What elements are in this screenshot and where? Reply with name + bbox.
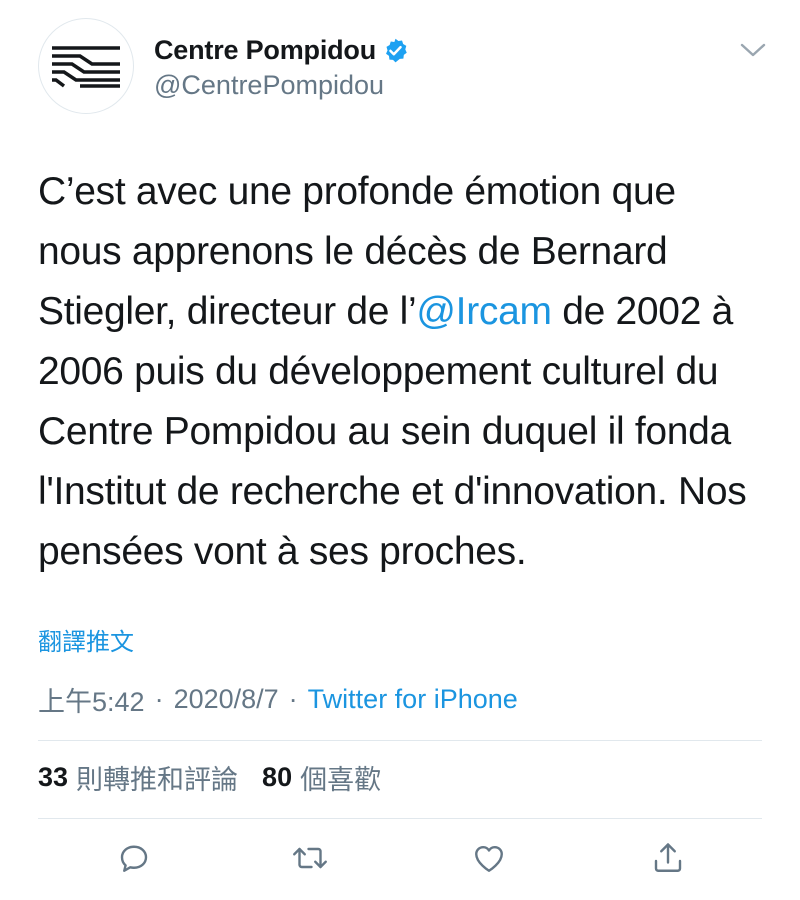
like-icon [475, 846, 503, 872]
chevron-down-icon[interactable] [738, 40, 768, 60]
account-handle[interactable]: @CentrePompidou [154, 70, 409, 101]
likes-count[interactable]: 80 [262, 762, 292, 793]
tweet-stats: 33 則轉推和評論 80 個喜歡 [38, 758, 381, 797]
share-button[interactable] [646, 836, 690, 880]
tweet-actions [0, 836, 800, 886]
account-names: Centre Pompidou @CentrePompidou [154, 32, 409, 101]
tweet-time: 上午5:42 [38, 687, 145, 717]
retweets-label[interactable]: 則轉推和評論 [76, 758, 238, 797]
mention-link[interactable]: @Ircam [416, 290, 552, 333]
share-icon [654, 843, 682, 872]
reply-button[interactable] [112, 836, 156, 880]
retweet-icon [293, 847, 327, 869]
meta-separator: · [288, 684, 298, 714]
avatar[interactable] [38, 18, 134, 114]
tweet-meta: 上午5:42 · 2020/8/7 · Twitter for iPhone [38, 680, 518, 719]
centre-pompidou-logo-icon [52, 46, 120, 88]
translate-tweet-link[interactable]: 翻譯推文 [38, 622, 134, 657]
tweet-date: 2020/8/7 [173, 684, 279, 714]
tweet-header: Centre Pompidou @CentrePompidou [38, 18, 768, 118]
reply-icon [120, 845, 148, 872]
like-button[interactable] [467, 836, 511, 880]
likes-label[interactable]: 個喜歡 [300, 758, 381, 797]
divider [38, 740, 762, 741]
verified-badge-icon [386, 38, 407, 62]
meta-separator: · [154, 684, 164, 714]
retweet-button[interactable] [288, 836, 332, 880]
display-name[interactable]: Centre Pompidou [154, 35, 376, 66]
divider [38, 818, 762, 819]
retweets-count[interactable]: 33 [38, 762, 68, 793]
tweet-text: C’est avec une profonde émotion que nous… [38, 162, 768, 582]
tweet-source-link[interactable]: Twitter for iPhone [308, 684, 518, 715]
